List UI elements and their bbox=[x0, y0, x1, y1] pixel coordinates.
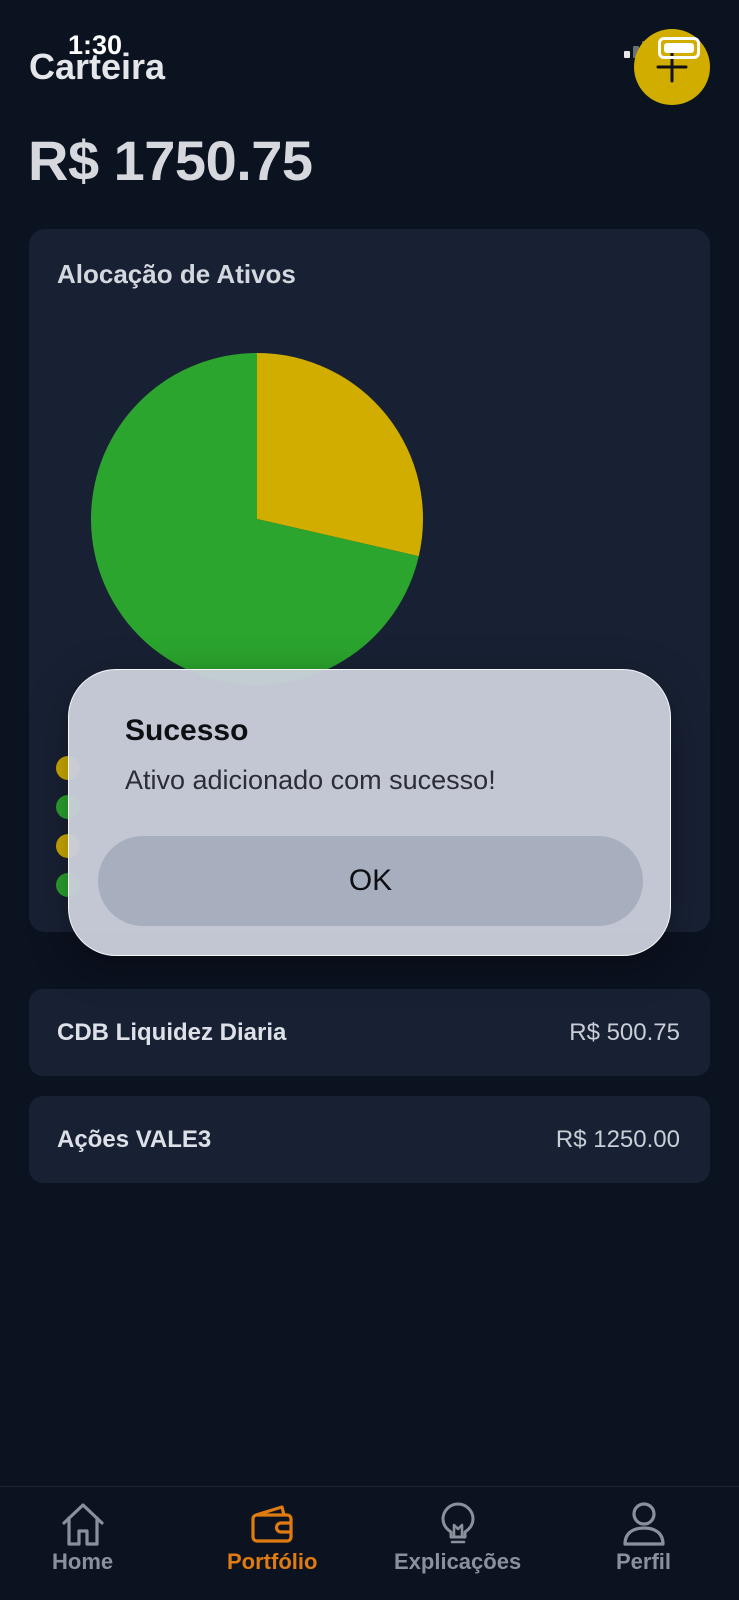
alert-title: Sucesso bbox=[125, 714, 249, 747]
ok-button[interactable]: OK bbox=[98, 836, 643, 926]
alert-message: Ativo adicionado com sucesso! bbox=[125, 765, 496, 795]
success-alert: Sucesso Ativo adicionado com sucesso! OK bbox=[68, 669, 671, 956]
